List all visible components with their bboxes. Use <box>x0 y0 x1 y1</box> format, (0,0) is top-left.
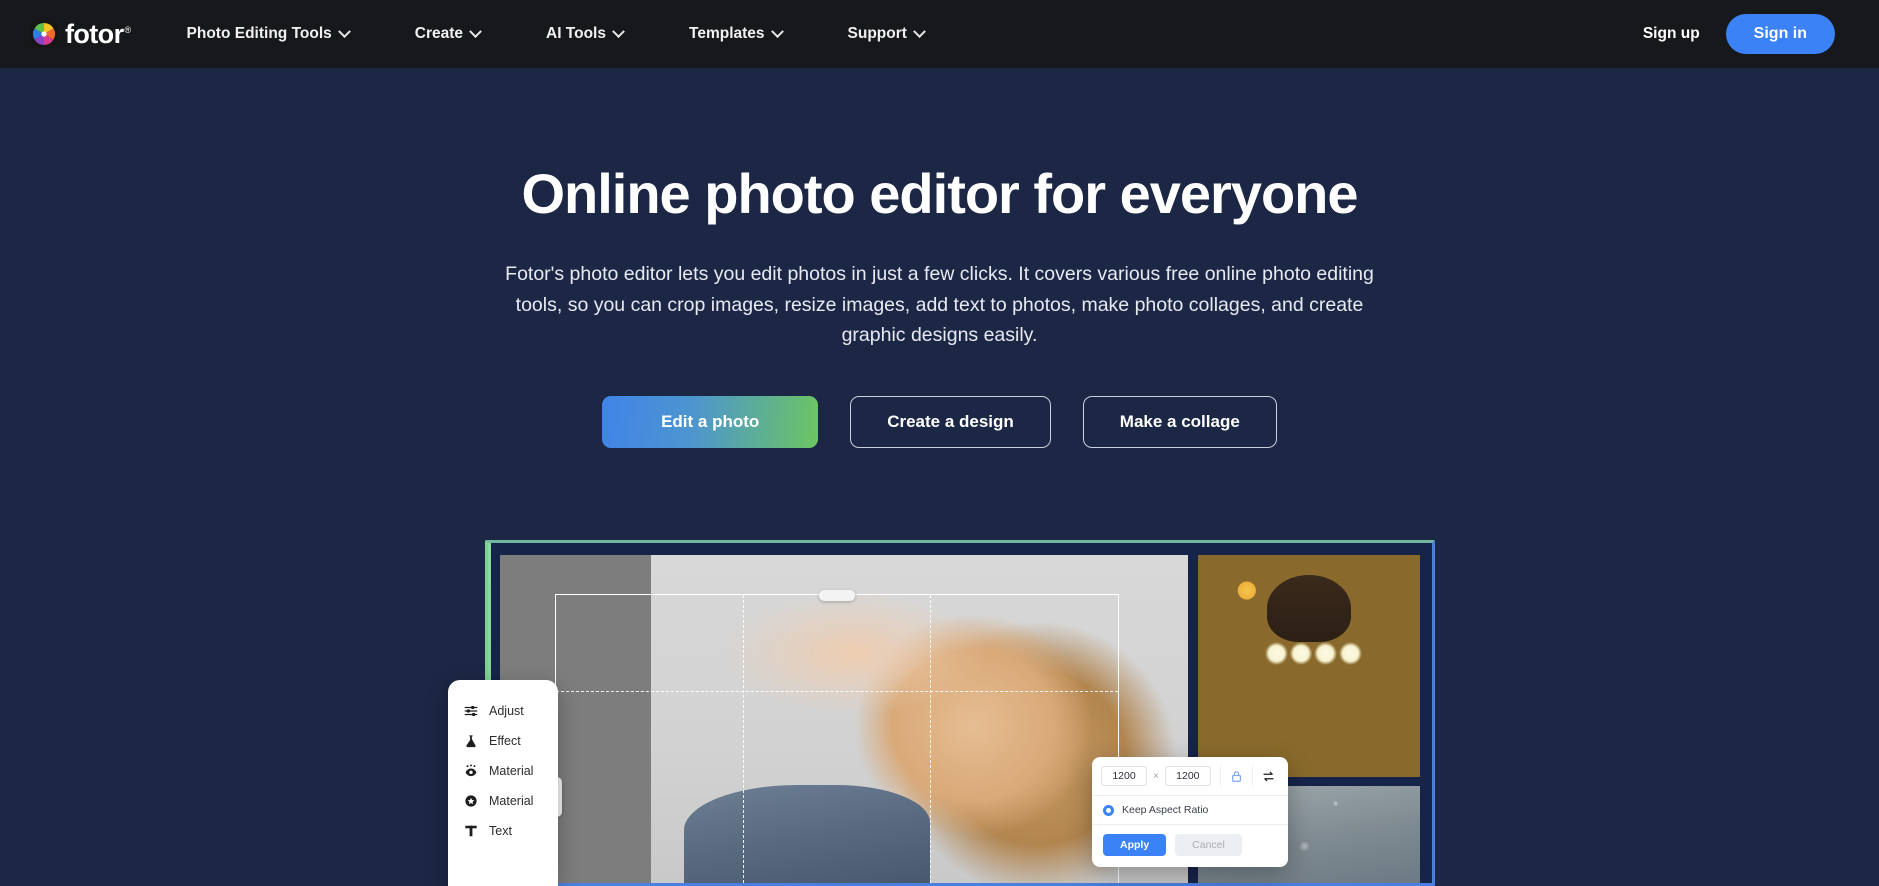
resize-height-input[interactable] <box>1164 766 1211 786</box>
divider <box>1219 765 1221 787</box>
nav-label: Support <box>847 25 907 42</box>
chevron-down-icon <box>913 24 926 38</box>
sign-in-button[interactable]: Sign in <box>1725 14 1835 54</box>
text-t-icon <box>464 824 478 838</box>
hero-section: Online photo editor for everyone Fotor's… <box>0 68 1879 449</box>
editor-canvas[interactable] <box>500 555 1188 883</box>
tool-item-adjust[interactable]: Adjust <box>448 696 558 726</box>
dimension-separator: × <box>1153 770 1159 782</box>
resize-dimensions-row: × <box>1092 757 1288 796</box>
page-title: Online photo editor for everyone <box>521 162 1358 225</box>
daisy-mask <box>1264 639 1363 669</box>
tool-item-text[interactable]: Text <box>448 816 558 846</box>
chevron-down-icon <box>612 24 625 38</box>
divider <box>1251 765 1253 787</box>
sign-up-link[interactable]: Sign up <box>1643 25 1700 43</box>
portrait-hair <box>1266 574 1352 642</box>
nav-item-create[interactable]: Create <box>415 15 510 53</box>
eye-icon <box>464 764 478 778</box>
nav-label: Templates <box>689 25 765 42</box>
crop-handle-top[interactable] <box>819 590 856 602</box>
daisy-icon <box>1264 639 1288 669</box>
editor-frame <box>485 540 1435 886</box>
nav-item-templates[interactable]: Templates <box>689 15 812 53</box>
logo-text: fotor <box>65 18 124 49</box>
tool-item-label: Effect <box>489 734 521 748</box>
resize-dialog: × Keep Aspect Ratio Apply Cancel <box>1092 757 1288 867</box>
editor-tool-panel: Adjust Effect Material Material Text <box>448 680 558 886</box>
daisy-icon <box>1314 639 1338 669</box>
chevron-down-icon <box>337 24 351 38</box>
crop-guide-vertical <box>743 595 745 883</box>
make-a-collage-button[interactable]: Make a collage <box>1082 396 1277 449</box>
fotor-pinwheel-icon <box>30 20 58 48</box>
sliders-icon <box>464 704 478 718</box>
keep-aspect-ratio-radio[interactable] <box>1103 804 1114 816</box>
tool-item-label: Text <box>489 824 512 838</box>
tool-item-label: Material <box>489 794 534 808</box>
create-a-design-button[interactable]: Create a design <box>850 396 1051 449</box>
daisy-icon <box>1289 639 1313 669</box>
header-actions: Sign up Sign in <box>1643 14 1835 54</box>
tool-item-material-badge[interactable]: Material <box>448 786 558 816</box>
edit-a-photo-button[interactable]: Edit a photo <box>602 396 819 449</box>
nav-item-ai-tools[interactable]: AI Tools <box>546 15 653 53</box>
nav-label: AI Tools <box>546 25 606 42</box>
cta-button-row: Edit a photo Create a design Make a coll… <box>0 396 1879 449</box>
cancel-button[interactable]: Cancel <box>1175 834 1242 856</box>
main-nav: Photo Editing Tools Create AI Tools Temp… <box>187 15 954 53</box>
thumbnail-flower-portrait[interactable] <box>1198 555 1420 777</box>
nav-item-photo-editing-tools[interactable]: Photo Editing Tools <box>187 15 379 53</box>
tool-item-label: Material <box>489 764 534 778</box>
daisy-icon <box>1339 639 1363 669</box>
nav-item-support[interactable]: Support <box>848 15 954 53</box>
tool-item-label: Adjust <box>489 704 524 718</box>
site-header: fotor® Photo Editing Tools Create AI Too… <box>0 0 1879 68</box>
resize-width-input[interactable] <box>1101 766 1147 786</box>
crop-overlay[interactable] <box>551 590 1124 883</box>
nav-label: Create <box>414 25 463 42</box>
keep-aspect-ratio-label: Keep Aspect Ratio <box>1122 804 1209 816</box>
chevron-down-icon <box>469 24 482 38</box>
flask-icon <box>464 734 478 748</box>
badge-icon <box>464 794 478 808</box>
apply-button[interactable]: Apply <box>1103 834 1167 856</box>
nav-label: Photo Editing Tools <box>186 25 332 42</box>
editor-mockup <box>485 540 1435 886</box>
fotor-logo[interactable]: fotor® <box>30 20 131 48</box>
tool-item-material-eye[interactable]: Material <box>448 756 558 786</box>
hero-subtitle: Fotor's photo editor lets you edit photo… <box>505 263 1374 346</box>
aspect-ratio-row: Keep Aspect Ratio <box>1092 796 1288 825</box>
lock-icon[interactable] <box>1230 770 1243 783</box>
swap-arrows-icon[interactable] <box>1262 770 1275 783</box>
resize-dialog-actions: Apply Cancel <box>1092 825 1288 867</box>
logo-wordmark: fotor® <box>65 18 131 49</box>
registered-mark: ® <box>124 24 131 35</box>
chevron-down-icon <box>770 24 784 38</box>
crop-guide-vertical <box>930 595 932 883</box>
tool-item-effect[interactable]: Effect <box>448 726 558 756</box>
crop-guide-horizontal <box>556 691 1119 693</box>
